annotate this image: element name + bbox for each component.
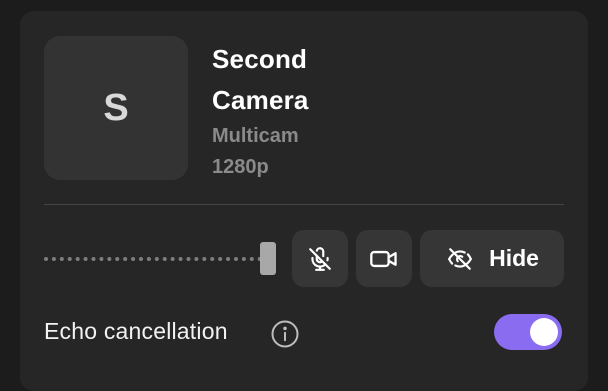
- mute-mic-button[interactable]: [292, 230, 348, 287]
- divider: [44, 204, 564, 205]
- source-type: Multicam: [212, 125, 299, 147]
- echo-cancellation-toggle[interactable]: [494, 314, 562, 350]
- source-resolution: 1280p: [212, 156, 269, 178]
- source-name-line2: Camera: [212, 85, 309, 115]
- eye-off-icon: [445, 246, 475, 272]
- avatar-letter: S: [103, 86, 129, 129]
- info-icon[interactable]: [270, 319, 300, 349]
- source-card: S Second Camera Multicam 1280p Hide Echo…: [20, 11, 588, 391]
- echo-cancellation-row: Echo cancellation: [44, 314, 564, 354]
- volume-slider[interactable]: [44, 242, 276, 275]
- toggle-knob: [530, 318, 558, 346]
- source-info: Second Camera Multicam 1280p: [212, 39, 412, 183]
- avatar: S: [44, 36, 188, 180]
- camera-button[interactable]: [356, 230, 412, 287]
- hide-button-label: Hide: [489, 245, 539, 271]
- hide-button[interactable]: Hide: [420, 230, 564, 287]
- source-name-line1: Second: [212, 44, 308, 74]
- echo-cancellation-label: Echo cancellation: [44, 318, 228, 344]
- mic-off-icon: [307, 246, 333, 272]
- volume-track: [44, 257, 262, 261]
- volume-thumb[interactable]: [260, 242, 276, 275]
- video-camera-icon: [369, 246, 399, 272]
